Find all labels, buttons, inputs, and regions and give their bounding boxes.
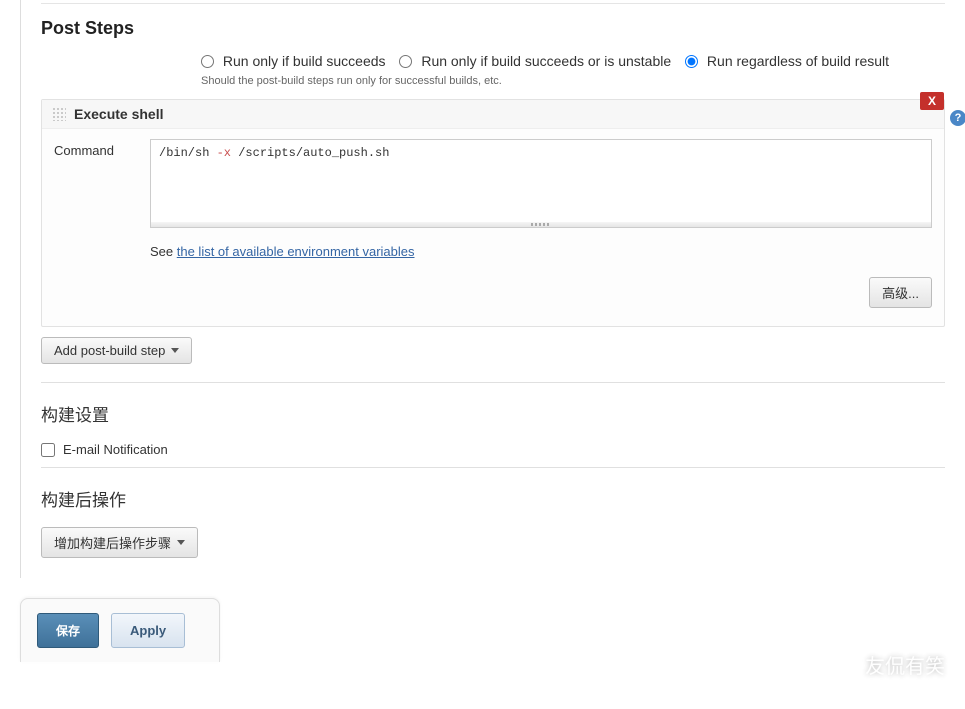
- execute-shell-title: Execute shell: [74, 106, 164, 122]
- watermark: 友侃有笑: [829, 650, 945, 679]
- section-post-steps: Post Steps Run only if build succeeds Ru…: [41, 18, 945, 364]
- section-post-build-actions: 构建后操作 增加构建后操作步骤: [41, 486, 945, 558]
- radio-succeeds-label[interactable]: Run only if build succeeds: [201, 53, 389, 69]
- post-steps-title: Post Steps: [41, 18, 945, 39]
- post-build-actions-title: 构建后操作: [41, 486, 945, 511]
- env-vars-link[interactable]: the list of available environment variab…: [177, 244, 415, 259]
- drag-handle-icon[interactable]: [52, 107, 66, 121]
- section-build-settings: 构建设置 E-mail Notification: [41, 401, 945, 457]
- build-settings-title: 构建设置: [41, 401, 945, 426]
- add-post-build-step-button[interactable]: Add post-build step: [41, 337, 192, 364]
- wechat-icon: [829, 654, 857, 676]
- add-post-build-action-button[interactable]: 增加构建后操作步骤: [41, 527, 198, 558]
- chevron-down-icon: [171, 348, 179, 353]
- resize-handle[interactable]: [150, 222, 932, 228]
- save-button[interactable]: 保存: [37, 613, 99, 648]
- email-notification-label: E-mail Notification: [63, 442, 168, 457]
- radio-regardless[interactable]: [685, 55, 698, 68]
- advanced-button[interactable]: 高级...: [869, 277, 932, 308]
- radio-unstable-label[interactable]: Run only if build succeeds or is unstabl…: [399, 53, 675, 69]
- radio-unstable[interactable]: [399, 55, 412, 68]
- help-icon[interactable]: ?: [950, 110, 965, 126]
- post-steps-radios: Run only if build succeeds Run only if b…: [201, 53, 945, 69]
- footer-bar: 保存 Apply: [20, 598, 220, 662]
- chevron-down-icon: [177, 540, 185, 545]
- apply-button[interactable]: Apply: [111, 613, 185, 648]
- post-steps-hint: Should the post-build steps run only for…: [201, 75, 945, 87]
- command-textarea[interactable]: /bin/sh -x /scripts/auto_push.sh: [150, 139, 932, 223]
- env-vars-text: See the list of available environment va…: [150, 244, 932, 259]
- email-notification-checkbox[interactable]: [41, 443, 55, 457]
- divider: [41, 382, 945, 383]
- command-label: Command: [54, 139, 140, 158]
- delete-step-button[interactable]: X: [920, 92, 944, 110]
- radio-regardless-label[interactable]: Run regardless of build result: [685, 53, 889, 69]
- divider: [41, 467, 945, 468]
- execute-shell-block: X ? Execute shell Command /bin/sh -x /sc…: [41, 99, 945, 327]
- radio-succeeds[interactable]: [201, 55, 214, 68]
